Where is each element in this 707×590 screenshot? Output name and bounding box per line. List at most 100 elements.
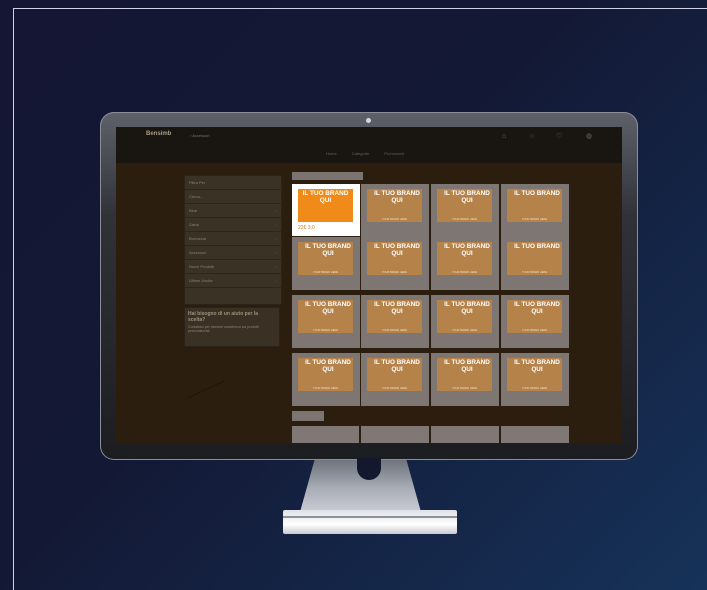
filter-item[interactable]: Nuovi Prodotti › — [185, 260, 281, 274]
product-image[interactable]: IL TUO BRAND QUI YOUR BRAND HERE — [437, 189, 492, 222]
product-image[interactable]: IL TUO BRAND YOUR BRAND HERE — [507, 189, 562, 222]
chevron-right-icon: › — [275, 208, 277, 213]
product-tile[interactable]: IL TUO BRAND QUI YOUR BRAND HERE — [292, 295, 360, 348]
product-tile-placeholder[interactable] — [361, 426, 429, 443]
product-tile[interactable]: IL TUO BRAND QUI YOUR BRAND HERE — [431, 237, 499, 290]
product-tile[interactable]: IL TUO BRAND QUI YOUR BRAND HERE — [361, 237, 429, 290]
promo-text: Contattaci per ricevere assistenza sui p… — [188, 325, 259, 333]
filter-item[interactable]: Accessori › — [185, 246, 281, 260]
product-tile[interactable]: IL TUO BRAND QUI YOUR BRAND HERE — [431, 184, 499, 237]
home-icon[interactable]: ⌂ — [502, 133, 510, 141]
chevron-right-icon: › — [275, 222, 277, 227]
product-subtitle: YOUR BRAND HERE — [312, 387, 339, 390]
product-image[interactable]: IL TUO BRAND QUI YOUR BRAND HERE — [367, 300, 422, 333]
product-subtitle: YOUR BRAND HERE — [521, 271, 548, 274]
product-tile[interactable]: IL TUO BRAND QUI YOUR BRAND HERE — [361, 353, 429, 406]
product-image[interactable]: IL TUO BRAND QUI YOUR BRAND HERE — [507, 300, 562, 333]
product-image[interactable]: IL TUO BRAND QUI YOUR BRAND HERE — [367, 189, 422, 222]
product-tile[interactable]: IL TUO BRAND QUI YOUR BRAND HERE — [431, 295, 499, 348]
product-title: IL TUO BRAND QUI — [444, 190, 490, 204]
product-title: IL TUO BRAND QUI — [305, 301, 351, 315]
product-image[interactable]: IL TUO BRAND QUI YOUR BRAND HERE — [298, 358, 353, 391]
product-image[interactable]: IL TUO BRAND YOUR BRAND HERE — [507, 242, 562, 275]
filter-item[interactable]: Ultime Uscite › — [185, 274, 281, 288]
subnav-categories[interactable]: Categorie — [352, 151, 369, 156]
product-tile[interactable]: IL TUO BRAND QUI YOUR BRAND HERE — [361, 295, 429, 348]
monitor-stand-base — [283, 510, 457, 534]
product-title: IL TUO BRAND QUI — [514, 359, 560, 373]
product-tile[interactable]: IL TUO BRAND YOUR BRAND HERE — [501, 237, 569, 290]
filter-item[interactable]: Zaino › — [185, 218, 281, 232]
product-tile[interactable]: IL TUO BRAND QUI 22€ 3,0 — [292, 184, 360, 236]
filter-header: Filtra Per — [185, 176, 281, 190]
product-title: IL TUO BRAND QUI — [374, 243, 420, 257]
subnav-home[interactable]: Home — [326, 151, 337, 156]
product-tile[interactable]: IL TUO BRAND QUI YOUR BRAND HERE — [292, 237, 360, 290]
chevron-right-icon: › — [275, 236, 277, 241]
breadcrumb[interactable]: › Accessori — [190, 133, 210, 138]
filter-sidebar: Filtra Per Cerca... Blue › Zaino › Borracc… — [184, 175, 282, 305]
product-subtitle: YOUR BRAND HERE — [381, 387, 408, 390]
product-subtitle: YOUR BRAND HERE — [312, 329, 339, 332]
chevron-right-icon: › — [275, 264, 277, 269]
filter-item-label: Borraccia — [189, 236, 206, 241]
promo-title: Hai bisogno di un aiuto per la scelta? — [188, 311, 259, 323]
product-image[interactable]: IL TUO BRAND QUI YOUR BRAND HERE — [437, 358, 492, 391]
product-title: IL TUO BRAND — [514, 190, 560, 197]
product-tile[interactable]: IL TUO BRAND QUI YOUR BRAND HERE — [292, 353, 360, 406]
product-title: IL TUO BRAND QUI — [444, 359, 490, 373]
product-image[interactable]: IL TUO BRAND QUI YOUR BRAND HERE — [437, 242, 492, 275]
product-subtitle: YOUR BRAND HERE — [451, 329, 478, 332]
chevron-right-icon: › — [275, 278, 277, 283]
product-tile[interactable]: IL TUO BRAND QUI YOUR BRAND HERE — [431, 353, 499, 406]
product-subtitle: YOUR BRAND HERE — [521, 329, 548, 332]
filter-item[interactable]: Borraccia › — [185, 232, 281, 246]
product-title: IL TUO BRAND QUI — [374, 301, 420, 315]
product-title: IL TUO BRAND QUI — [444, 301, 490, 315]
product-title: IL TUO BRAND QUI — [305, 243, 351, 257]
user-icon[interactable]: ○ — [530, 133, 538, 141]
monitor-screen: Bensimb › Accessori ⌂ ○ ♡ ◍ Home Categor… — [116, 127, 622, 443]
product-image[interactable]: IL TUO BRAND QUI YOUR BRAND HERE — [298, 300, 353, 333]
product-title: IL TUO BRAND — [514, 243, 560, 250]
product-image[interactable]: IL TUO BRAND QUI — [298, 189, 353, 222]
site-header: Bensimb › Accessori ⌂ ○ ♡ ◍ Home Categor… — [116, 127, 622, 163]
product-tile[interactable]: IL TUO BRAND YOUR BRAND HERE — [501, 184, 569, 237]
product-subtitle: YOUR BRAND HERE — [451, 387, 478, 390]
product-tile-placeholder[interactable] — [431, 426, 499, 443]
product-subtitle: YOUR BRAND HERE — [381, 271, 408, 274]
product-subtitle: YOUR BRAND HERE — [521, 387, 548, 390]
site-logo[interactable]: Bensimb — [146, 131, 171, 137]
filter-search[interactable]: Cerca... — [185, 190, 281, 204]
product-image[interactable]: IL TUO BRAND QUI YOUR BRAND HERE — [367, 242, 422, 275]
product-tile-placeholder[interactable] — [292, 426, 359, 443]
product-image[interactable]: IL TUO BRAND QUI YOUR BRAND HERE — [367, 358, 422, 391]
product-tile-placeholder[interactable] — [501, 426, 569, 443]
product-tile[interactable]: IL TUO BRAND QUI YOUR BRAND HERE — [501, 353, 569, 406]
product-title: IL TUO BRAND QUI — [302, 190, 349, 204]
chevron-right-icon: › — [275, 250, 277, 255]
help-promo[interactable]: Hai bisogno di un aiuto per la scelta? C… — [184, 307, 280, 347]
product-title: IL TUO BRAND QUI — [374, 190, 420, 204]
section-heading-bar — [292, 411, 324, 421]
cart-icon[interactable]: ◍ — [586, 133, 594, 141]
product-tile[interactable]: IL TUO BRAND QUI YOUR BRAND HERE — [501, 295, 569, 348]
filter-item-label: Nuovi Prodotti — [189, 264, 215, 269]
filter-item-label: Blue — [189, 208, 198, 213]
product-subtitle: YOUR BRAND HERE — [451, 271, 478, 274]
product-tile[interactable]: IL TUO BRAND QUI YOUR BRAND HERE — [361, 184, 429, 237]
product-price: 22€ 3,0 — [298, 225, 315, 231]
product-subtitle: YOUR BRAND HERE — [451, 218, 478, 221]
filter-item-label: Ultime Uscite — [189, 278, 213, 283]
filter-item-label: Zaino — [189, 222, 200, 227]
product-subtitle: YOUR BRAND HERE — [381, 218, 408, 221]
subnav-promotions[interactable]: Promozioni — [384, 151, 404, 156]
product-subtitle: YOUR BRAND HERE — [381, 329, 408, 332]
filter-item[interactable]: Blue › — [185, 204, 281, 218]
section-heading-bar — [292, 172, 363, 180]
product-image[interactable]: IL TUO BRAND QUI YOUR BRAND HERE — [437, 300, 492, 333]
camera-icon — [366, 118, 371, 123]
product-image[interactable]: IL TUO BRAND QUI YOUR BRAND HERE — [298, 242, 353, 275]
product-image[interactable]: IL TUO BRAND QUI YOUR BRAND HERE — [507, 358, 562, 391]
wishlist-icon[interactable]: ♡ — [556, 133, 564, 141]
